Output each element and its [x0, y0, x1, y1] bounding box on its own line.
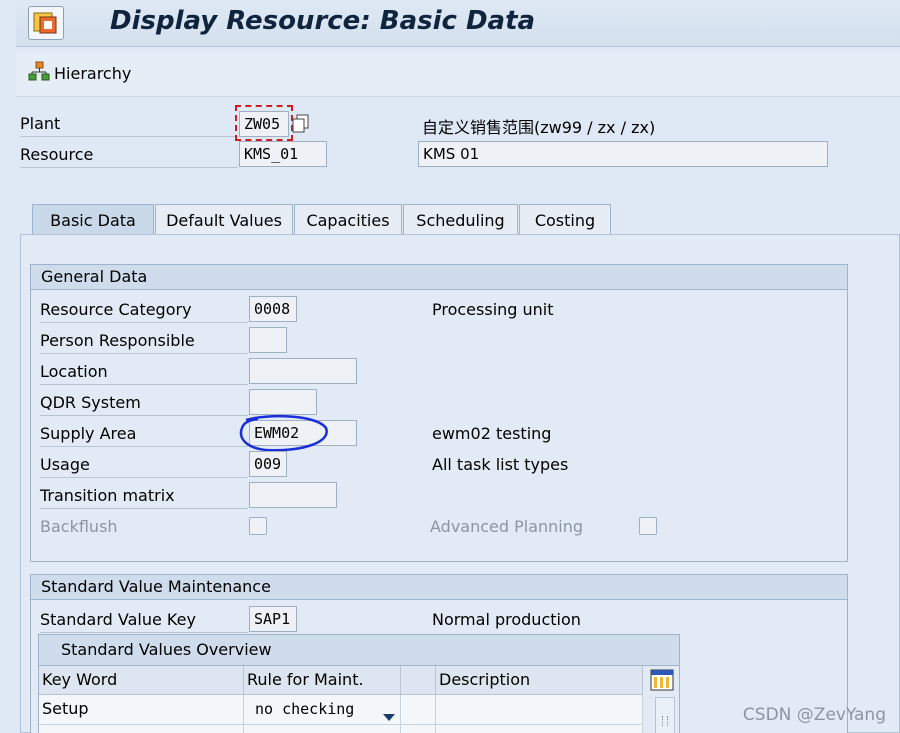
page-title: Display Resource: Basic Data: [110, 6, 536, 36]
tab-capacities[interactable]: Capacities: [294, 204, 402, 236]
plant-field[interactable]: ZW05: [239, 111, 289, 137]
usage-label: Usage: [40, 455, 248, 478]
hierarchy-button[interactable]: Hierarchy: [28, 60, 131, 86]
supply-area-description: ewm02 testing: [432, 424, 552, 443]
transition-matrix-label: Transition matrix: [40, 486, 248, 509]
qdr-system-label: QDR System: [40, 393, 248, 416]
location-field[interactable]: [249, 358, 357, 384]
tab-basic-data[interactable]: Basic Data: [32, 204, 154, 236]
resource-field[interactable]: KMS_01: [239, 141, 327, 167]
table-row-partial: [244, 725, 401, 733]
resource-category-description: Processing unit: [432, 300, 554, 319]
column-header-description[interactable]: Description: [436, 666, 643, 695]
tab-label: Capacities: [306, 211, 390, 230]
column-header-key-word[interactable]: Key Word: [39, 666, 244, 695]
transition-matrix-field[interactable]: [249, 482, 337, 508]
person-responsible-field[interactable]: [249, 327, 287, 353]
group-title: General Data: [31, 265, 847, 290]
application-toolbar: Hierarchy: [16, 52, 900, 97]
title-bar: Display Resource: Basic Data: [16, 0, 900, 47]
blue-annotation-circle: [239, 414, 328, 452]
advanced-planning-label: Advanced Planning: [430, 517, 584, 536]
hierarchy-label: Hierarchy: [54, 63, 132, 83]
tab-scheduling[interactable]: Scheduling: [403, 204, 518, 236]
usage-description: All task list types: [432, 455, 569, 474]
hierarchy-icon: [28, 60, 50, 86]
standard-value-key-label: Standard Value Key: [40, 610, 248, 633]
column-header-blank[interactable]: [401, 666, 436, 695]
tab-label: Costing: [534, 211, 596, 230]
standard-value-key-description: Normal production: [432, 610, 581, 629]
table-row-partial: [436, 725, 643, 733]
table-row-partial: [401, 725, 436, 733]
group-title: Standard Value Maintenance: [31, 575, 847, 600]
advanced-planning-checkbox[interactable]: [639, 517, 657, 535]
tab-label: Scheduling: [416, 211, 505, 230]
tab-costing[interactable]: Costing: [519, 204, 611, 236]
table-settings-icon[interactable]: [650, 668, 674, 692]
tab-label: Basic Data: [50, 211, 136, 230]
copy-icon[interactable]: [292, 113, 310, 133]
standard-value-key-field[interactable]: SAP1: [249, 606, 297, 632]
rule-value: no checking: [255, 700, 355, 718]
location-label: Location: [40, 362, 248, 385]
plant-label: Plant: [20, 114, 238, 137]
plant-description: 自定义销售范围(zw99 / zx / zx): [422, 118, 656, 137]
resource-category-label: Resource Category: [40, 300, 248, 323]
description-cell: [436, 695, 643, 725]
table-title: Standard Values Overview: [39, 635, 679, 666]
resource-category-field[interactable]: 0008: [249, 296, 297, 322]
watermark: CSDN @ZevYang: [742, 705, 886, 725]
tab-default-values[interactable]: Default Values: [155, 204, 293, 236]
vertical-scrollbar[interactable]: [655, 697, 675, 733]
key-word-cell: Setup: [39, 695, 244, 725]
supply-area-label: Supply Area: [40, 424, 248, 447]
column-header-rule[interactable]: Rule for Maint.: [244, 666, 401, 695]
transaction-icon[interactable]: [28, 6, 64, 40]
rule-cell[interactable]: no checking: [244, 695, 401, 725]
person-responsible-label: Person Responsible: [40, 331, 248, 354]
backflush-checkbox[interactable]: [249, 517, 267, 535]
table-row-partial: [39, 725, 244, 733]
scroll-grip[interactable]: [662, 716, 668, 726]
backflush-label: Backflush: [40, 517, 118, 536]
blank-cell: [401, 695, 436, 725]
resource-description-field[interactable]: KMS 01: [418, 141, 828, 167]
usage-field[interactable]: 009: [249, 451, 287, 477]
resource-label: Resource: [20, 145, 238, 168]
tab-label: Default Values: [166, 211, 282, 230]
